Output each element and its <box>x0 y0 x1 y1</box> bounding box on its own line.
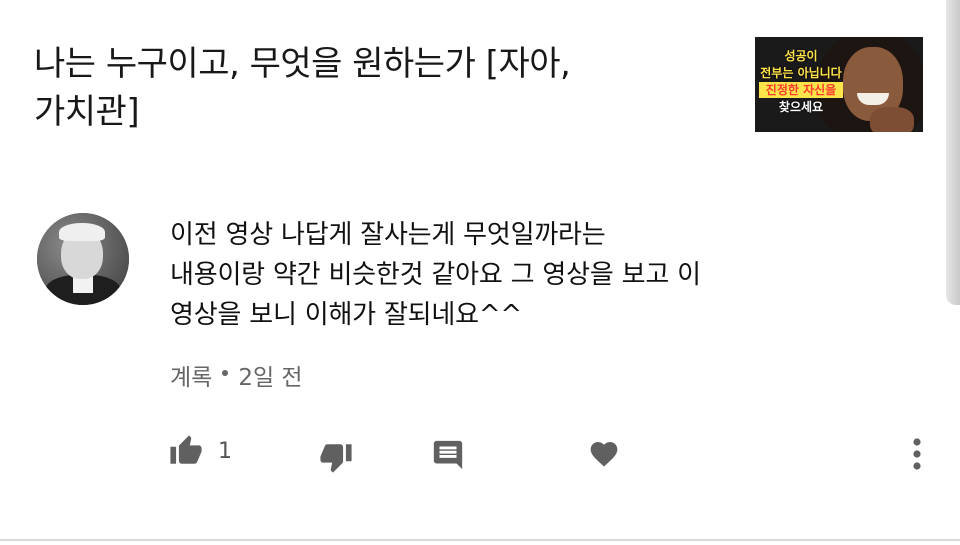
video-title-line1: 나는 누구이고, 무엇을 원하는가 [자아, <box>34 44 571 84</box>
thumbnail-caption-line: 찾으세요 <box>778 100 824 114</box>
comment-line: 영상을 보니 이해가 잘되네요^^ <box>170 300 523 330</box>
heart-icon <box>590 442 618 467</box>
comment-body: 이전 영상 나답게 잘사는게 무엇일까라는 내용이랑 약간 비슷한것 같아요 그… <box>170 215 890 335</box>
thumbs-up-icon <box>170 435 202 464</box>
like-count: 1 <box>218 438 232 464</box>
comment-line: 내용이랑 약간 비슷한것 같아요 그 영상을 보고 이 <box>170 260 701 290</box>
comment-line: 이전 영상 나답게 잘사는게 무엇일까라는 <box>170 220 606 250</box>
thumbnail-caption-line: 진정한 자신을 <box>759 82 843 98</box>
scroll-edge <box>946 0 960 305</box>
reply-button[interactable] <box>431 438 465 472</box>
more-vertical-icon <box>913 438 921 470</box>
thumbnail-caption: 성공이 전부는 아닙니다 진정한 자신을 찾으세요 <box>759 47 843 116</box>
comment-time: 2일 전 <box>238 365 303 391</box>
comment-icon <box>433 440 463 470</box>
video-title[interactable]: 나는 누구이고, 무엇을 원하는가 [자아, 가치관] <box>34 40 694 136</box>
more-options-button[interactable] <box>909 436 925 472</box>
dislike-button[interactable] <box>318 440 354 474</box>
avatar-hair <box>59 223 105 241</box>
comment-author[interactable]: 계록 <box>170 365 212 391</box>
comment-meta: 계록 2일 전 <box>170 358 303 392</box>
thumbnail-caption-line: 전부는 아닙니다 <box>760 66 842 80</box>
heart-button[interactable] <box>587 438 621 470</box>
like-button[interactable]: 1 <box>168 434 232 468</box>
comment-actions: 1 <box>0 430 960 480</box>
video-thumbnail[interactable]: 성공이 전부는 아닙니다 진정한 자신을 찾으세요 <box>755 37 923 132</box>
separator-dot <box>222 370 229 376</box>
thumbnail-caption-line: 성공이 <box>784 49 818 63</box>
thumbnail-hand <box>870 107 914 132</box>
commenter-avatar[interactable] <box>37 213 129 305</box>
bottom-divider <box>0 539 960 541</box>
thumbs-down-icon <box>320 444 352 473</box>
video-title-line2: 가치관] <box>34 92 140 132</box>
